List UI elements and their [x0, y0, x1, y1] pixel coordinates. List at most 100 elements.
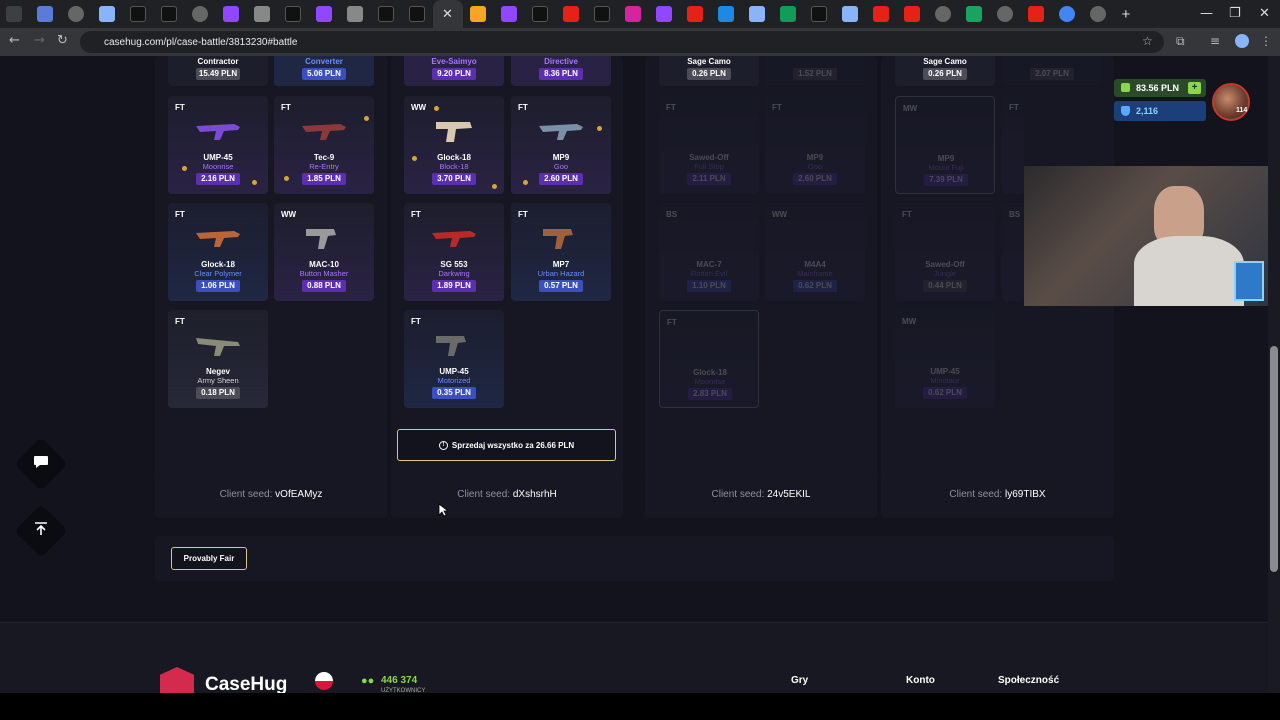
- item-card[interactable]: FT Sawed-Off Full Stop 2.11 PLN: [659, 96, 759, 194]
- casehug-logo-icon[interactable]: [160, 667, 194, 693]
- tab-favicon[interactable]: [656, 6, 672, 22]
- restore-button[interactable]: ❐: [1229, 6, 1241, 21]
- item-card[interactable]: FT Negev Army Sheen 0.18 PLN: [168, 310, 268, 408]
- item-card[interactable]: FT Sawed-Off Jungle 0.44 PLN: [895, 203, 995, 301]
- item-card[interactable]: FT SG 553 Darkwing 1.89 PLN: [404, 203, 504, 301]
- item-card[interactable]: BS MAC-7 Rotten Evil 1.10 PLN: [659, 203, 759, 301]
- back-icon[interactable]: ←: [9, 33, 20, 48]
- tab-favicon[interactable]: [780, 6, 796, 22]
- top-item-card[interactable]: Converter 5.06 PLN: [274, 56, 374, 86]
- new-tab-button[interactable]: +: [1122, 6, 1131, 23]
- item-card[interactable]: FT MP9 Goo 2.60 PLN: [765, 96, 865, 194]
- top-item-card[interactable]: Eve-Saimyo 9.20 PLN: [404, 56, 504, 86]
- balance-value: 83.56 PLN: [1136, 83, 1180, 93]
- tab-favicon[interactable]: [811, 6, 827, 22]
- points-display[interactable]: 2,116: [1114, 101, 1206, 121]
- item-card[interactable]: FT UMP-45 Motorized 0.35 PLN: [404, 310, 504, 408]
- tab-favicon[interactable]: [161, 6, 177, 22]
- extensions-icon[interactable]: ⧉: [1176, 34, 1185, 49]
- tab-favicon[interactable]: [966, 6, 982, 22]
- tab-favicon[interactable]: [563, 6, 579, 22]
- item-card[interactable]: WW M4A4 Mainframe 0.62 PLN: [765, 203, 865, 301]
- item-card[interactable]: FT: [1002, 96, 1024, 194]
- tab-favicon[interactable]: [68, 6, 84, 22]
- tab-favicon[interactable]: [842, 6, 858, 22]
- tab-favicon[interactable]: [501, 6, 517, 22]
- footer-link-community[interactable]: Społeczność: [998, 675, 1059, 686]
- avatar[interactable]: [1212, 83, 1250, 121]
- item-card[interactable]: FT Glock-18 Moonrise 2.83 PLN: [659, 310, 759, 408]
- bookmark-star-icon[interactable]: ☆: [1142, 34, 1153, 48]
- tab-favicon[interactable]: [223, 6, 239, 22]
- item-name: Glock-18: [693, 368, 727, 377]
- tab-favicon[interactable]: [687, 6, 703, 22]
- tab-favicon[interactable]: [997, 6, 1013, 22]
- footer-link-account[interactable]: Konto: [906, 675, 935, 686]
- active-tab[interactable]: ✕: [432, 0, 463, 28]
- tab-favicon[interactable]: [532, 6, 548, 22]
- top-item-card[interactable]: Directive 8.36 PLN: [511, 56, 611, 86]
- url-input[interactable]: casehug.com/pl/case-battle/3813230#battl…: [80, 31, 1164, 53]
- top-item-card[interactable]: 2.07 PLN: [1002, 56, 1102, 86]
- item-card[interactable]: FT Tec-9 Re-Entry 1.85 PLN: [274, 96, 374, 194]
- reload-icon[interactable]: ↻: [57, 33, 68, 48]
- forward-icon[interactable]: →: [34, 33, 45, 48]
- item-wear: FT: [667, 318, 677, 327]
- menu-icon[interactable]: ⋮: [1260, 34, 1272, 48]
- item-card[interactable]: FT MP9 Goo 2.60 PLN: [511, 96, 611, 194]
- footer-link-games[interactable]: Gry: [791, 675, 808, 686]
- tab-favicon[interactable]: [347, 6, 363, 22]
- tab-favicon[interactable]: [873, 6, 889, 22]
- add-funds-icon[interactable]: +: [1188, 82, 1201, 94]
- item-skin: Rotten Evil: [690, 269, 728, 278]
- top-item-card[interactable]: Sage Camo 0.26 PLN: [895, 56, 995, 86]
- tab-favicon[interactable]: [254, 6, 270, 22]
- minimize-button[interactable]: —: [1200, 6, 1213, 21]
- top-item-card[interactable]: 1.52 PLN: [765, 56, 865, 86]
- tab-favicon[interactable]: [749, 6, 765, 22]
- provably-fair-button[interactable]: Provably Fair: [171, 547, 247, 570]
- tab-favicon[interactable]: [904, 6, 920, 22]
- top-item-card[interactable]: Contractor 15.49 PLN: [168, 56, 268, 86]
- tab-favicon[interactable]: [409, 6, 425, 22]
- page-scrollbar[interactable]: [1268, 56, 1280, 693]
- poland-flag-icon[interactable]: [315, 672, 333, 690]
- tab-close-icon[interactable]: ✕: [442, 6, 453, 22]
- item-wear: FT: [411, 317, 421, 326]
- item-skin: Army Sheen: [197, 376, 239, 385]
- tab-favicon[interactable]: [99, 6, 115, 22]
- tab-favicon[interactable]: [37, 6, 53, 22]
- media-icon[interactable]: ≡: [1210, 34, 1220, 48]
- tab-favicon[interactable]: [1028, 6, 1044, 22]
- item-card[interactable]: WW Glock-18 Block-18 3.70 PLN: [404, 96, 504, 194]
- top-item-card[interactable]: Sage Camo 0.26 PLN: [659, 56, 759, 86]
- item-wear: FT: [175, 210, 185, 219]
- item-skin: Mainframe: [797, 269, 833, 278]
- item-card[interactable]: WW MAC-10 Button Masher 0.88 PLN: [274, 203, 374, 301]
- tab-favicon[interactable]: [718, 6, 734, 22]
- scrollbar-thumb[interactable]: [1270, 346, 1278, 572]
- tab-favicon[interactable]: [316, 6, 332, 22]
- item-card[interactable]: FT MP7 Urban Hazard 0.57 PLN: [511, 203, 611, 301]
- balance-display[interactable]: 83.56 PLN +: [1114, 79, 1206, 97]
- item-card[interactable]: MW MP9 Mount Fuji 7.39 PLN: [895, 96, 995, 194]
- item-card[interactable]: BS: [1002, 203, 1024, 301]
- tab-favicon[interactable]: [285, 6, 301, 22]
- tab-favicon[interactable]: [192, 6, 208, 22]
- tab-search-icon[interactable]: [6, 6, 22, 22]
- tab-favicon[interactable]: [1090, 6, 1106, 22]
- window-close-button[interactable]: ✕: [1259, 6, 1270, 21]
- item-card[interactable]: FT Glock-18 Clear Polymer 1.06 PLN: [168, 203, 268, 301]
- sell-all-button[interactable]: ! Sprzedaj wszystko za 26.66 PLN: [397, 429, 616, 461]
- tab-favicon[interactable]: [1059, 6, 1075, 22]
- item-card[interactable]: FT UMP-45 Moonrise 2.16 PLN: [168, 96, 268, 194]
- tab-favicon[interactable]: [935, 6, 951, 22]
- tab-favicon[interactable]: [470, 6, 486, 22]
- profile-icon[interactable]: [1235, 34, 1249, 48]
- item-card[interactable]: MW UMP-45 Minotaur 0.62 PLN: [895, 310, 995, 408]
- tab-favicon[interactable]: [594, 6, 610, 22]
- tab-favicon[interactable]: [378, 6, 394, 22]
- tab-favicon[interactable]: [130, 6, 146, 22]
- tab-favicon[interactable]: [625, 6, 641, 22]
- item-name: Sawed-Off: [689, 153, 729, 162]
